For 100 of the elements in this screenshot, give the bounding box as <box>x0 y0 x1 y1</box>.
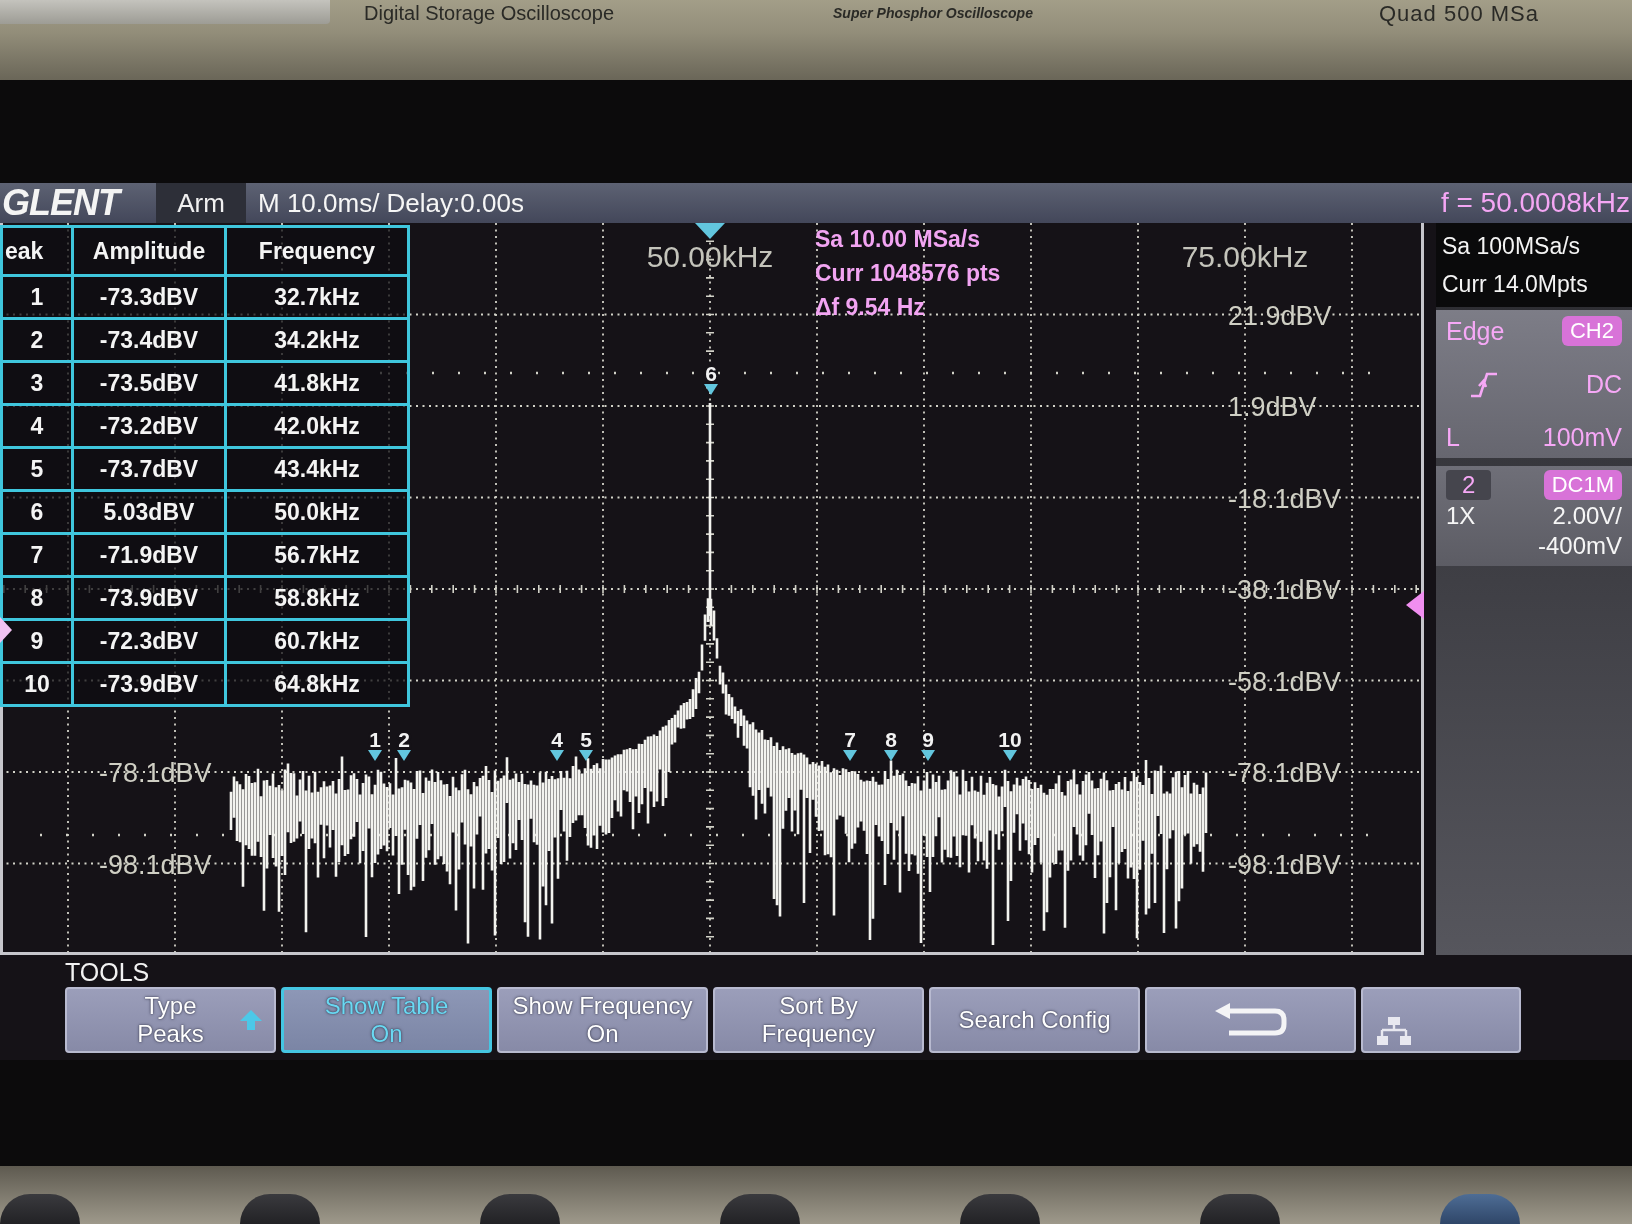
timebase-readout: M 10.0ms/ Delay:0.00s <box>258 187 524 219</box>
frequency-label: 50.00kHz <box>646 240 774 273</box>
trigger-coupling: DC <box>1585 370 1622 399</box>
network-icon <box>1377 1017 1411 1045</box>
table-cell: 42.0kHz <box>225 404 409 448</box>
acquisition-info: Δf 9.54 Hz <box>815 294 925 320</box>
table-cell: 41.8kHz <box>225 361 409 405</box>
hardware-key[interactable] <box>240 1194 320 1224</box>
table-cell: 60.7kHz <box>225 619 409 663</box>
frequency-counter: f = 50.0008kHz <box>1440 187 1631 219</box>
frequency-label: 75.00kHz <box>1181 240 1309 273</box>
level-label: -38.1dBV <box>1228 575 1341 605</box>
table-cell: 43.4kHz <box>225 447 409 491</box>
peak-number: 1 <box>1 275 73 319</box>
peak-marker-label: 7 <box>844 728 856 751</box>
trigger-level-label: L <box>1446 423 1460 452</box>
column-header: Frequency <box>225 226 409 276</box>
level-label: -18.1dBV <box>1228 483 1341 514</box>
channel-coupling: DC1M <box>1543 470 1622 500</box>
table-cell: 58.8kHz <box>225 576 409 620</box>
vertical-offset: -400mV <box>1537 532 1622 560</box>
menu-title: TOOLS <box>65 957 150 987</box>
level-label: 1.9dBV <box>1228 392 1317 422</box>
menu-button[interactable]: Type Peaks <box>65 987 276 1053</box>
level-label: -78.1dBV <box>1228 758 1341 788</box>
peak-marker-label: 1 <box>369 728 381 751</box>
probe-ratio: 1X <box>1446 502 1476 530</box>
back-button[interactable] <box>1145 987 1356 1053</box>
hardware-key[interactable] <box>1440 1194 1520 1224</box>
table-cell: -73.9dBV <box>72 662 226 706</box>
peak-marker-label: 4 <box>551 728 563 751</box>
hardware-key[interactable] <box>480 1194 560 1224</box>
network-button[interactable] <box>1361 987 1521 1053</box>
table-cell: -73.4dBV <box>72 318 226 362</box>
model-spec: Quad 500 MSa <box>1379 0 1540 27</box>
table-cell: 32.7kHz <box>225 275 409 319</box>
peak-marker-icon <box>579 750 593 761</box>
peak-marker-label: 10 <box>998 728 1022 751</box>
level-label: -98.1dBV <box>1228 849 1341 880</box>
sample-rate: Sa 100MSa/s <box>1442 232 1582 260</box>
menu-button[interactable]: Show Table On <box>281 987 492 1053</box>
channel-offset-marker-icon <box>0 617 12 643</box>
peak-marker-icon <box>921 750 935 761</box>
peak-marker-icon <box>397 750 411 761</box>
up-arrow-icon <box>240 1010 262 1030</box>
menu-button[interactable]: Show Frequency On <box>497 987 708 1053</box>
brand-logo: GLENT <box>0 182 146 224</box>
peak-marker-icon <box>843 750 857 761</box>
table-cell: -73.7dBV <box>72 447 226 491</box>
hardware-key[interactable] <box>1200 1194 1280 1224</box>
level-label: -58.1dBV <box>1228 666 1341 697</box>
peak-marker-icon <box>704 384 718 395</box>
table-cell: 50.0kHz <box>225 490 409 534</box>
table-cell: -71.9dBV <box>72 533 226 577</box>
trigger-source: CH2 <box>1562 316 1622 346</box>
peak-number: 5 <box>1 447 73 491</box>
level-label: 21.9dBV <box>1228 300 1332 331</box>
peak-marker-label: 5 <box>580 728 592 751</box>
channel-number[interactable]: 2 <box>1446 470 1492 500</box>
level-label: -98.1dBV <box>99 849 212 880</box>
table-cell: -73.2dBV <box>72 404 226 448</box>
trigger-status: Arm <box>156 183 246 223</box>
table-cell: 64.8kHz <box>225 662 409 706</box>
peak-number: 2 <box>1 318 73 362</box>
table-cell: -73.5dBV <box>72 361 226 405</box>
acquisition-info: Sa 10.00 MSa/s <box>815 226 980 252</box>
rising-edge-icon <box>1470 370 1498 399</box>
menu-button[interactable]: Search Config <box>929 987 1140 1053</box>
trigger-level-value: 100mV <box>1542 423 1622 452</box>
acquisition-info: Curr 1048576 pts <box>815 260 1001 286</box>
peak-number: 10 <box>1 662 73 706</box>
vertical-scale: 2.00V/ <box>1552 502 1622 530</box>
peak-marker-label: 8 <box>885 728 897 751</box>
column-header: Amplitude <box>72 226 226 276</box>
hardware-key[interactable] <box>720 1194 800 1224</box>
peak-number: 8 <box>1 576 73 620</box>
peak-marker-icon <box>884 750 898 761</box>
table-cell: 5.03dBV <box>72 490 226 534</box>
table-cell: -73.3dBV <box>72 275 226 319</box>
trigger-type: Edge <box>1446 316 1505 346</box>
level-label: -78.1dBV <box>99 758 212 788</box>
menu-button[interactable]: Sort By Frequency <box>713 987 924 1053</box>
model-subtitle: Digital Storage Oscilloscope <box>364 1 616 25</box>
model-tagline: Super Phosphor Oscilloscope <box>833 4 1034 21</box>
peak-number: 6 <box>1 490 73 534</box>
peak-marker-icon <box>550 750 564 761</box>
peak-marker-label: 9 <box>922 728 934 751</box>
table-cell: -73.9dBV <box>72 576 226 620</box>
peak-number: 3 <box>1 361 73 405</box>
trigger-level-marker-icon <box>1406 591 1424 619</box>
hardware-key[interactable] <box>960 1194 1040 1224</box>
table-cell: 34.2kHz <box>225 318 409 362</box>
peak-number: 4 <box>1 404 73 448</box>
hardware-key[interactable] <box>0 1194 80 1224</box>
peak-marker-icon <box>1003 750 1017 761</box>
peak-number: 7 <box>1 533 73 577</box>
peak-marker-label: 2 <box>398 728 410 751</box>
column-header: eak <box>1 226 73 276</box>
memory-depth: Curr 14.0Mpts <box>1442 270 1589 298</box>
table-cell: -72.3dBV <box>72 619 226 663</box>
